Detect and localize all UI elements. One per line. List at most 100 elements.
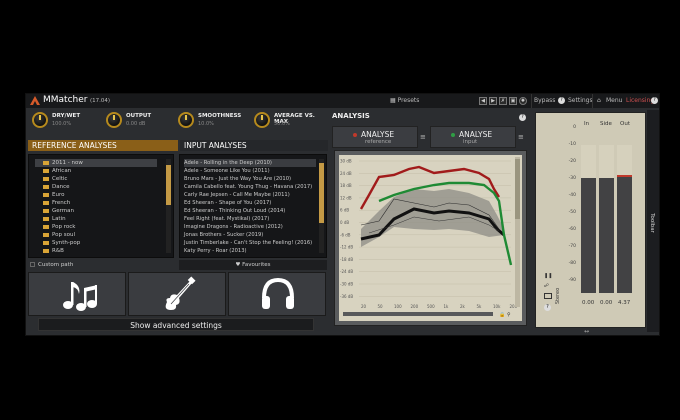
tree-scrollbar[interactable] (166, 159, 171, 253)
list-item[interactable]: Katy Perry - Roar (2013) (184, 247, 247, 255)
help-icon[interactable]: ? (519, 114, 526, 121)
x-tick-label: 5k (477, 304, 483, 309)
menu-button[interactable]: Menu (606, 97, 622, 104)
toolbar-side-panel[interactable]: Toolbar (647, 110, 659, 332)
knob-label: DRY/WET (52, 113, 81, 119)
menu-icon[interactable]: ≡ (518, 133, 525, 142)
save-icon[interactable]: ▣ (509, 97, 517, 105)
x-tick-label: 500 (427, 304, 435, 309)
y-tick-label: 6 dB (340, 208, 349, 213)
output-knob[interactable] (106, 112, 122, 128)
checkbox-icon (30, 262, 35, 267)
display-toggle-icon[interactable] (544, 293, 552, 299)
knob-value: 0.00 dB (126, 121, 146, 127)
knob-value: 50.0% (274, 121, 290, 127)
tree-item[interactable]: Pop rock (43, 223, 75, 231)
help-icon[interactable]: ? (558, 97, 565, 104)
y-tick-label: -12 dB (340, 245, 353, 250)
list-item[interactable]: Imagine Dragons - Radioactive (2012) (184, 223, 283, 231)
tree-item[interactable]: Celtic (43, 175, 67, 183)
list-item[interactable]: Feel Right (feat. Mystikal) (2017) (184, 215, 269, 223)
reference-analyses-header[interactable]: REFERENCE ANALYSES (28, 140, 178, 151)
knob-row: DRY/WET 100.0% OUTPUT 0.00 dB SMOOTHNESS… (26, 110, 328, 136)
knob-value: 10.0% (198, 121, 214, 127)
tree-item-label: Euro (52, 192, 65, 198)
tree-item[interactable]: R&B (43, 247, 64, 255)
help-icon[interactable]: ? (651, 97, 658, 104)
output-level-bar (617, 145, 632, 293)
graph-scroll-thumb[interactable] (515, 159, 520, 219)
reference-tree: 2011 - now African Celtic Dance Euro Fre… (28, 154, 174, 258)
input-scrollbar[interactable] (319, 159, 324, 253)
tree-item[interactable]: Synth-pop (43, 239, 80, 247)
folder-icon (43, 232, 49, 237)
graph-horizontal-scrollbar[interactable] (343, 312, 493, 316)
tree-item[interactable]: Pop soul (43, 231, 75, 239)
analyse-reference-button[interactable]: ANALYSE reference ≡ (332, 126, 426, 148)
list-item[interactable]: Camila Cabello feat. Young Thug - Havana… (184, 183, 312, 191)
licensing-button[interactable]: Licensing (626, 97, 654, 104)
dry-wet-knob[interactable] (32, 112, 48, 128)
guitar-icon (165, 276, 196, 310)
tree-item[interactable]: Latin (43, 215, 66, 223)
meter-tick: -40 (568, 193, 576, 198)
spectrum-graph[interactable]: 30 dB 24 dB 18 dB 12 dB 6 dB 0 dB -6 dB -12 dB -… (339, 155, 522, 321)
bypass-button[interactable]: Bypass (534, 97, 555, 104)
y-tick-label: -36 dB (340, 294, 353, 299)
meter-value: 0.00 (600, 300, 613, 306)
tree-item[interactable]: Dance (43, 183, 70, 191)
input-analyses-header[interactable]: INPUT ANALYSES (180, 140, 328, 151)
custom-path-toggle[interactable]: Custom path (30, 260, 176, 270)
home-icon[interactable]: ⌂ (597, 97, 601, 104)
smoothness-knob[interactable] (178, 112, 194, 128)
tree-item[interactable]: Euro (43, 191, 64, 199)
tree-item-label: African (52, 168, 72, 174)
show-advanced-settings-button[interactable]: Show advanced settings (38, 318, 314, 331)
meter-header: In (584, 121, 590, 127)
randomize-icon[interactable]: ✗ (499, 97, 507, 105)
list-item[interactable]: Ed Sheeran - Shape of You (2017) (184, 199, 271, 207)
tree-item[interactable]: African (43, 167, 71, 175)
menu-icon[interactable]: ≡ (420, 133, 427, 142)
folder-icon (43, 168, 49, 173)
settings-button[interactable]: Settings (568, 97, 593, 104)
x-tick-label: 50 (378, 304, 384, 309)
average-vs-max-knob[interactable] (254, 112, 270, 128)
resize-arrows-icon[interactable]: ↔ (584, 328, 589, 335)
analyse-input-button[interactable]: ANALYSE input ≡ (430, 126, 524, 148)
folder-icon (43, 216, 49, 221)
tree-item-label: Celtic (52, 176, 68, 182)
music-category-button[interactable] (28, 272, 126, 316)
meter-header: Side (600, 121, 612, 127)
list-item[interactable]: Carly Rae Jepsen - Call Me Maybe (2011) (184, 191, 290, 199)
list-item[interactable]: Adele - Rolling in the Deep (2010) (184, 159, 316, 167)
tree-item-label: German (52, 208, 75, 214)
prev-preset-icon[interactable]: ◀ (479, 97, 487, 105)
gear-icon[interactable]: ✹ (519, 97, 527, 105)
tree-item-label: Dance (52, 184, 70, 190)
presets-label: Presets (397, 97, 420, 104)
list-item[interactable]: Jonas Brothers - Sucker (2019) (184, 231, 263, 239)
meter-tick: -80 (568, 261, 576, 266)
list-item[interactable]: Bruno Mars - Just the Way You Are (2010) (184, 175, 291, 183)
list-item[interactable]: Ed Sheeran - Thinking Out Loud (2014) (184, 207, 285, 215)
presets-button[interactable]: ▦ Presets (390, 97, 419, 104)
tree-item[interactable]: French (43, 199, 70, 207)
help-icon[interactable]: ? (544, 304, 551, 311)
link-icon[interactable]: ☍ (544, 283, 549, 289)
tree-item[interactable]: German (43, 207, 74, 215)
list-item[interactable]: Adele - Someone Like You (2011) (184, 167, 270, 175)
monitoring-category-button[interactable] (228, 272, 326, 316)
list-item[interactable]: Justin Timberlake - Can't Stop the Feeli… (184, 239, 312, 247)
meter-tick: -70 (568, 244, 576, 249)
favourites-button[interactable]: ♥ Favourites (179, 260, 327, 270)
divider (531, 94, 532, 108)
lock-icon[interactable]: 🔒 (499, 311, 505, 318)
next-preset-icon[interactable]: ▶ (489, 97, 497, 105)
zoom-icon[interactable]: ⚲ (507, 312, 511, 318)
tree-item-label: French (52, 200, 71, 206)
y-tick-label: -30 dB (340, 282, 353, 287)
instrument-category-button[interactable] (128, 272, 226, 316)
play-icon[interactable]: ❚❚ (544, 273, 552, 279)
tree-item[interactable]: 2011 - now (35, 159, 157, 167)
